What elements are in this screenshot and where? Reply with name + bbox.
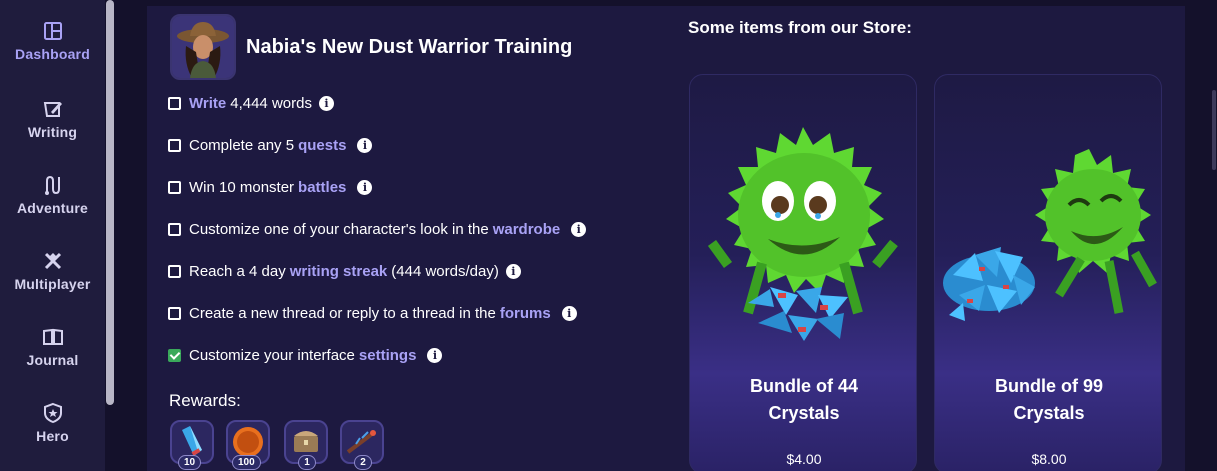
sidebar-item-multiplayer[interactable]: Multiplayer (0, 236, 105, 306)
sidebar-item-hero[interactable]: Hero (0, 388, 105, 458)
sidebar-item-label: Hero (36, 428, 69, 444)
gutter (114, 0, 147, 471)
journal-icon (42, 328, 63, 345)
sidebar-item-journal[interactable]: Journal (0, 312, 105, 382)
sidebar-item-label: Dashboard (15, 46, 90, 62)
settings-link[interactable]: settings (359, 347, 417, 364)
task-forums: Create a new thread or reply to a thread… (168, 303, 577, 323)
task-checkbox[interactable] (168, 264, 181, 278)
info-icon[interactable]: i (505, 263, 521, 279)
task-settings: Customize your interface settings i (168, 345, 443, 365)
sidebar: Dashboard Writing Adventure Multiplayer … (0, 0, 105, 471)
write-link[interactable]: Write (189, 95, 226, 112)
task-text: Create a new thread or reply to a thread… (189, 304, 496, 322)
page-scrollbar[interactable] (1212, 90, 1216, 170)
sidebar-item-writing[interactable]: Writing (0, 84, 105, 154)
task-win-battles: Win 10 monster battles i (168, 177, 373, 197)
info-icon[interactable]: i (318, 95, 334, 111)
sidebar-item-label: Journal (26, 352, 79, 368)
right-gutter (1185, 0, 1217, 471)
task-customize-wardrobe: Customize one of your character's look i… (168, 219, 587, 239)
task-checkbox[interactable] (168, 138, 181, 152)
training-title: Nabia's New Dust Warrior Training (246, 36, 573, 58)
task-writing-streak: Reach a 4 day writing streak (444 words/… (168, 261, 521, 281)
writing-streak-link[interactable]: writing streak (290, 263, 388, 280)
task-checkbox[interactable] (168, 222, 181, 236)
store-heading: Some items from our Store: (688, 18, 912, 37)
dashboard-icon (43, 22, 62, 40)
store-card-99-crystals[interactable]: Bundle of 99 Crystals $8.00 (934, 74, 1162, 471)
reward-count-badge: 2 (354, 455, 372, 470)
card-price: $4.00 (786, 451, 822, 467)
reward-count-badge: 10 (178, 455, 202, 470)
hero-icon (43, 402, 62, 424)
info-icon[interactable]: i (571, 221, 587, 237)
battles-link[interactable]: battles (298, 179, 346, 196)
info-icon[interactable]: i (357, 137, 373, 153)
reward-count-badge: 1 (298, 455, 316, 470)
sidebar-scrollbar[interactable] (106, 0, 114, 405)
multiplayer-icon (44, 252, 61, 270)
sidebar-item-adventure[interactable]: Adventure (0, 160, 105, 230)
task-complete-quests: Complete any 5 quests i (168, 135, 373, 155)
card-title-line1: Bundle of 44 (749, 376, 858, 396)
task-checkbox-checked[interactable] (168, 348, 181, 362)
task-text: Reach a 4 day (189, 262, 286, 280)
card-price: $8.00 (1031, 451, 1067, 467)
task-text: Customize your interface (189, 346, 355, 364)
rewards-label: Rewards: (169, 391, 241, 410)
task-text-suffix: (444 words/day) (391, 262, 499, 280)
task-checkbox[interactable] (168, 306, 181, 320)
character-portrait-icon (172, 16, 234, 78)
info-icon[interactable]: i (561, 305, 577, 321)
task-checkbox[interactable] (168, 180, 181, 194)
info-icon[interactable]: i (357, 179, 373, 195)
task-text: Win 10 monster (189, 178, 295, 196)
monster-with-crystal-pile-icon (943, 149, 1157, 321)
sidebar-item-label: Writing (27, 124, 78, 140)
forums-link[interactable]: forums (500, 305, 551, 322)
sidebar-item-label: Adventure (16, 200, 89, 216)
task-checkbox[interactable] (168, 96, 181, 110)
character-avatar (170, 14, 236, 80)
task-text: Customize one of your character's look i… (189, 220, 489, 238)
card-title-line2: Crystals (1013, 403, 1085, 423)
task-text: 4,444 words (230, 94, 312, 112)
monster-with-crystals-icon (708, 127, 898, 341)
reward-count-badge: 100 (232, 455, 261, 470)
task-text: Complete any 5 (189, 136, 295, 154)
store-card-44-crystals[interactable]: Bundle of 44 Crystals $4.00 (689, 74, 917, 471)
adventure-icon (44, 175, 60, 195)
wardrobe-link[interactable]: wardrobe (493, 221, 561, 238)
sidebar-item-dashboard[interactable]: Dashboard (0, 6, 105, 76)
card-title-line1: Bundle of 99 (994, 376, 1103, 396)
card-title-line2: Crystals (768, 403, 840, 423)
quests-link[interactable]: quests (298, 137, 346, 154)
info-icon[interactable]: i (427, 347, 443, 363)
writing-icon (43, 102, 62, 117)
task-write-words: Write 4,444 words i (168, 93, 334, 113)
sidebar-item-label: Multiplayer (14, 276, 91, 292)
